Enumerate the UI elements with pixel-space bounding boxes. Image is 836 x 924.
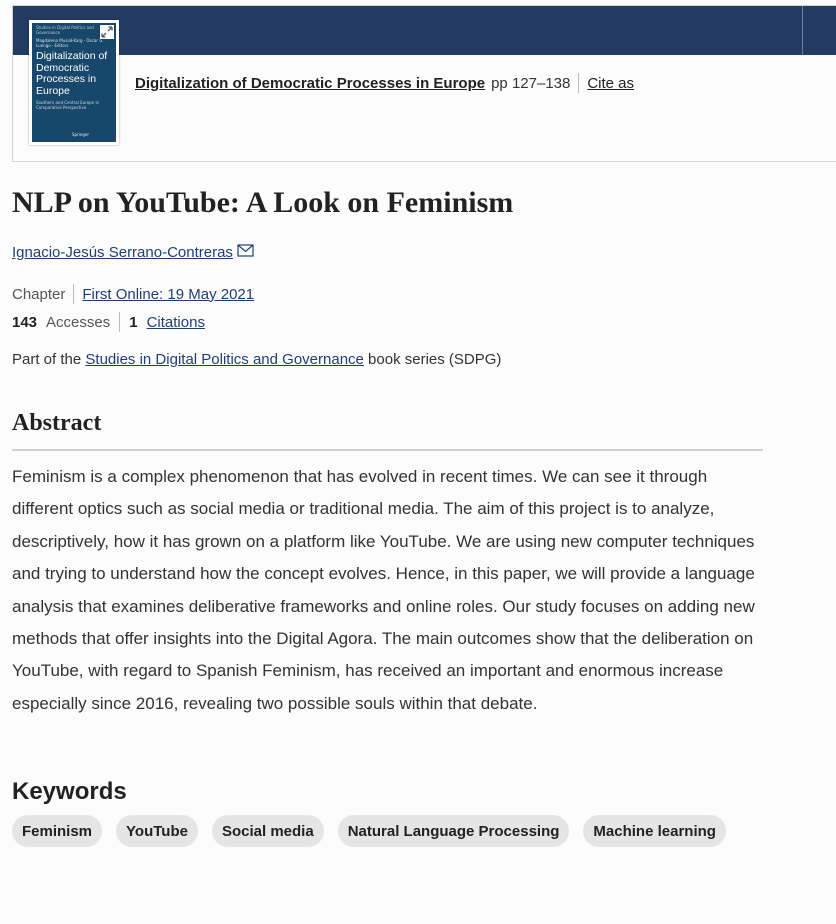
header-band-divider bbox=[802, 6, 803, 55]
book-series-row: Part of the Studies in Digital Politics … bbox=[12, 351, 501, 368]
separator bbox=[578, 73, 580, 93]
chapter-meta-row: Chapter First Online: 19 May 2021 bbox=[12, 284, 254, 304]
author-link[interactable]: Ignacio-Jesús Serrano-Contreras bbox=[12, 244, 233, 261]
keyword-pill[interactable]: Natural Language Processing bbox=[337, 815, 570, 847]
separator bbox=[73, 284, 75, 304]
cover-publisher: Springer bbox=[72, 132, 90, 137]
series-prefix: Part of the bbox=[12, 351, 82, 368]
cover-subtitle: Southern and Central Europe in Comparati… bbox=[36, 100, 100, 110]
book-title-link[interactable]: Digitalization of Democratic Processes i… bbox=[135, 75, 485, 92]
mail-icon[interactable] bbox=[237, 244, 254, 262]
expand-icon[interactable] bbox=[100, 25, 114, 39]
keyword-pill[interactable]: Machine learning bbox=[583, 815, 726, 847]
book-header-band bbox=[13, 6, 836, 55]
series-link[interactable]: Studies in Digital Politics and Governan… bbox=[85, 351, 363, 368]
keyword-pill[interactable]: Social media bbox=[211, 815, 324, 847]
author-row: Ignacio-Jesús Serrano-Contreras bbox=[12, 244, 254, 262]
book-pages: pp 127–138 bbox=[491, 74, 571, 92]
content-type: Chapter bbox=[12, 285, 66, 303]
chapter-title: NLP on YouTube: A Look on Feminism bbox=[12, 186, 514, 219]
cite-as-link[interactable]: Cite as bbox=[587, 75, 634, 92]
abstract-divider bbox=[12, 449, 763, 451]
first-online-link[interactable]: First Online: 19 May 2021 bbox=[82, 286, 254, 303]
citations-count: 1 bbox=[129, 313, 138, 331]
book-info-line: Digitalization of Democratic Processes i… bbox=[135, 73, 634, 93]
keywords-list: Feminism YouTube Social media Natural La… bbox=[12, 815, 772, 847]
citations-link[interactable]: Citations bbox=[147, 314, 205, 331]
cover-title: Digitalization of Democratic Processes i… bbox=[36, 50, 108, 97]
keyword-pill[interactable]: Feminism bbox=[12, 815, 103, 847]
metrics-row: 143 Accesses 1 Citations bbox=[12, 312, 205, 332]
abstract-text: Feminism is a complex phenomenon that ha… bbox=[12, 467, 755, 713]
book-cover[interactable]: Studies in Digital Politics and Governan… bbox=[29, 20, 119, 145]
separator bbox=[119, 312, 121, 332]
series-suffix: book series (SDPG) bbox=[368, 351, 502, 368]
keywords-heading: Keywords bbox=[12, 778, 127, 805]
accesses-count: 143 bbox=[12, 313, 38, 331]
abstract-heading: Abstract bbox=[12, 410, 102, 436]
accesses-label: Accesses bbox=[46, 313, 111, 331]
keyword-pill[interactable]: YouTube bbox=[116, 815, 198, 847]
book-card: Studies in Digital Politics and Governan… bbox=[12, 5, 836, 162]
